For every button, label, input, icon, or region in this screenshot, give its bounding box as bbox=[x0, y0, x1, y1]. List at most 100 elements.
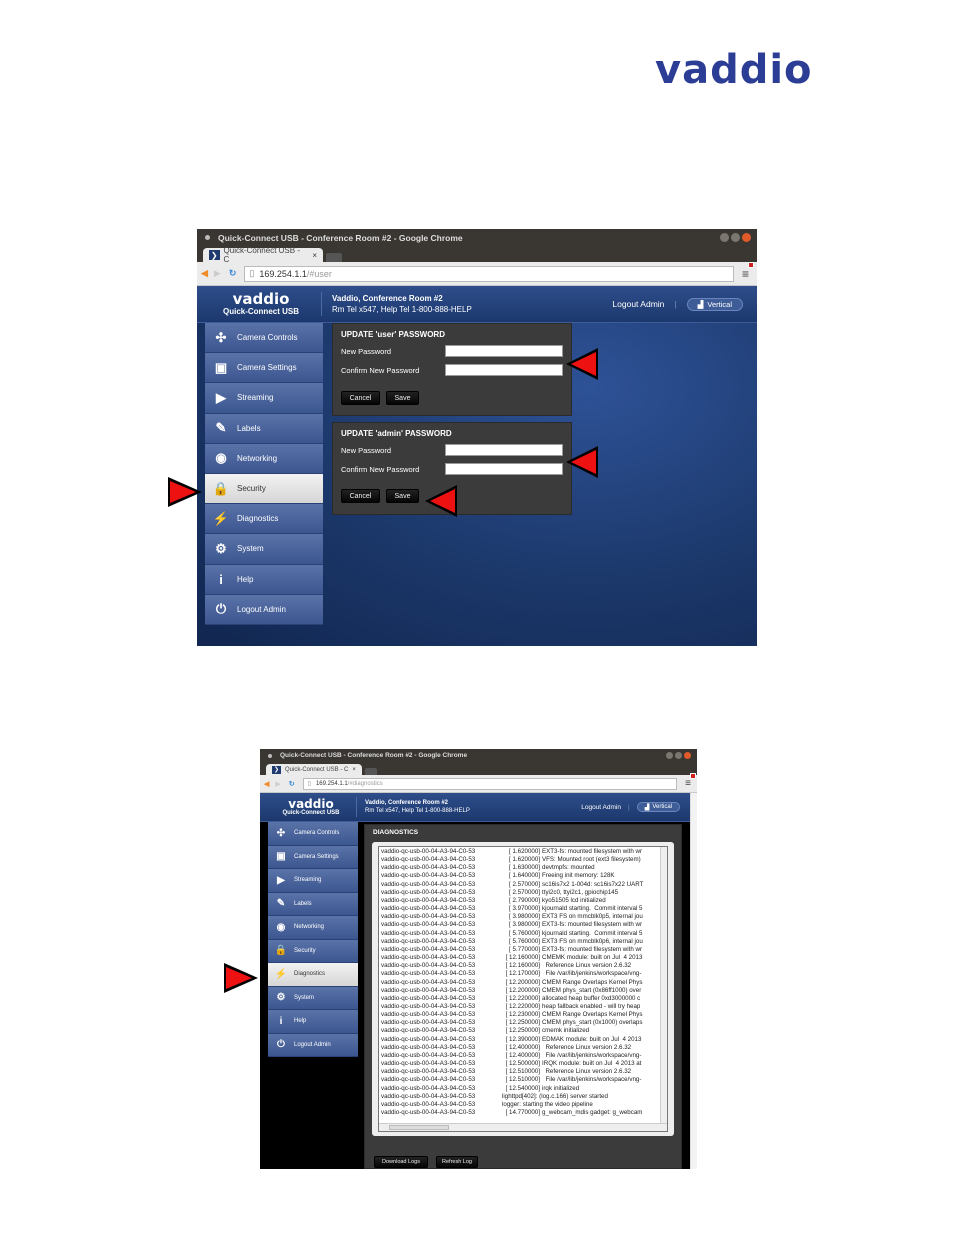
log-timestamp: [ 12.160000] bbox=[505, 954, 540, 962]
log-host: vaddio-qc-usb-00-04-A3-94-C0-53 bbox=[381, 1092, 476, 1100]
sidebar-item-labels[interactable]: ✎ Labels bbox=[268, 892, 358, 916]
vertical-layout-button[interactable]: ▟ Vertical bbox=[636, 802, 680, 812]
camera-settings-icon: ▣ bbox=[214, 359, 228, 375]
window-menu-dot[interactable] bbox=[205, 235, 210, 240]
logout-link[interactable]: Logout Admin bbox=[612, 299, 664, 309]
log-line: vaddio-qc-usb-00-04-A3-94-C0-53 [ 2.79000… bbox=[381, 897, 665, 905]
log-vertical-scrollbar[interactable] bbox=[660, 847, 667, 1123]
log-message: kjournald starting. Commit interval 5 bbox=[542, 905, 643, 913]
window-menu-dot[interactable] bbox=[268, 753, 272, 758]
log-scroll-thumb[interactable] bbox=[389, 1125, 449, 1130]
logout-link[interactable]: Logout Admin bbox=[581, 804, 621, 811]
sidebar-item-logout-admin[interactable]: ⏻ Logout Admin bbox=[268, 1033, 358, 1057]
user-cancel-button[interactable]: Cancel bbox=[341, 391, 380, 405]
log-timestamp: [ 12.510000] bbox=[505, 1068, 540, 1076]
address-bar[interactable]: ▯ 169.254.1.1 /#user bbox=[244, 265, 734, 282]
log-message: heap fallback enabled - will try heap bbox=[542, 1002, 641, 1010]
forward-arrow-icon[interactable]: ▶ bbox=[275, 780, 280, 788]
log-timestamp: [ 12.390000] bbox=[505, 1035, 540, 1043]
vertical-layout-button[interactable]: ▟ Vertical bbox=[686, 297, 743, 311]
sidebar-item-system[interactable]: ⚙ System bbox=[268, 986, 358, 1010]
window-controls bbox=[666, 752, 691, 759]
sidebar-item-label: Diagnostics bbox=[294, 971, 326, 978]
user-save-button[interactable]: Save bbox=[386, 391, 419, 405]
log-host: vaddio-qc-usb-00-04-A3-94-C0-53 bbox=[381, 937, 476, 945]
download-logs-button[interactable]: Download Logs bbox=[374, 1156, 428, 1168]
browser-tab[interactable]: ❯ Quick-Connect USB - C × bbox=[203, 246, 323, 264]
sidebar-item-system[interactable]: ⚙ System bbox=[205, 534, 323, 565]
log-output[interactable]: vaddio-qc-usb-00-04-A3-94-C0-53 [ 1.62000… bbox=[378, 846, 668, 1132]
log-line: vaddio-qc-usb-00-04-A3-94-C0-53 [ 12.2200… bbox=[381, 1003, 665, 1011]
tab-close-icon[interactable]: × bbox=[312, 251, 317, 260]
refresh-log-button[interactable]: Refresh Log bbox=[436, 1156, 478, 1168]
new-tab-button[interactable] bbox=[326, 253, 342, 262]
sidebar-item-labels[interactable]: ✎ Labels bbox=[205, 413, 323, 444]
new-tab-button[interactable] bbox=[365, 768, 377, 775]
log-host: vaddio-qc-usb-00-04-A3-94-C0-53 bbox=[381, 994, 476, 1002]
url-path: /#user bbox=[306, 268, 332, 279]
chrome-menu-icon[interactable]: ≡ bbox=[685, 773, 696, 789]
address-bar[interactable]: ▯ 169.254.1.1 /#diagnostics bbox=[302, 777, 678, 790]
tab-title: Quick-Connect USB - C bbox=[285, 766, 349, 773]
log-line: vaddio-qc-usb-00-04-A3-94-C0-53 [ 3.97000… bbox=[381, 905, 665, 913]
browser-tab[interactable]: ❯ Quick-Connect USB - C × bbox=[266, 764, 362, 775]
tab-close-icon[interactable]: × bbox=[352, 767, 356, 773]
page-scrollbar[interactable] bbox=[690, 793, 697, 1169]
admin-confirm-password-input[interactable] bbox=[445, 463, 563, 475]
lock-icon: 🔒 bbox=[212, 480, 230, 496]
sidebar-item-streaming[interactable]: ▶ Streaming bbox=[268, 869, 358, 893]
admin-new-password-row: New Password bbox=[341, 444, 563, 456]
maximize-button[interactable] bbox=[675, 752, 682, 759]
header-divider bbox=[321, 292, 322, 316]
back-arrow-icon[interactable]: ◀ bbox=[264, 780, 269, 788]
vertical-layout-label: Vertical bbox=[652, 804, 672, 810]
sidebar-item-label: Diagnostics bbox=[237, 514, 279, 524]
log-line: vaddio-qc-usb-00-04-A3-94-C0-53 [ 12.3900… bbox=[381, 1036, 665, 1044]
minimize-button[interactable] bbox=[720, 233, 729, 242]
back-arrow-icon[interactable]: ◀ bbox=[201, 268, 208, 279]
sidebar-item-camera-controls[interactable]: ✣ Camera Controls bbox=[268, 822, 358, 846]
sidebar-item-networking[interactable]: ◉ Networking bbox=[205, 443, 323, 474]
sidebar-item-label: Networking bbox=[237, 453, 278, 463]
close-window-button[interactable] bbox=[742, 233, 751, 242]
user-confirm-password-input[interactable] bbox=[445, 364, 563, 376]
log-line: vaddio-qc-usb-00-04-A3-94-C0-53 [ 12.1700… bbox=[381, 970, 665, 978]
sidebar-item-security[interactable]: 🔒 Security bbox=[205, 473, 323, 505]
chrome-menu-icon[interactable]: ≡ bbox=[742, 261, 754, 281]
log-message: EXT3-fs: mounted filesystem with wr bbox=[542, 945, 643, 953]
sidebar-item-camera-settings[interactable]: ▣ Camera Settings bbox=[205, 353, 323, 384]
sidebar-item-help[interactable]: i Help bbox=[268, 1010, 358, 1034]
log-timestamp: [ 12.220000] bbox=[505, 1002, 540, 1010]
admin-new-password-input[interactable] bbox=[445, 444, 563, 456]
log-message: lighttpd[402]: (log.c.166) server starte… bbox=[502, 1092, 608, 1100]
user-new-password-input[interactable] bbox=[445, 345, 563, 357]
admin-cancel-button[interactable]: Cancel bbox=[341, 489, 380, 503]
reload-icon[interactable]: ↻ bbox=[289, 780, 295, 788]
sidebar-item-label: Help bbox=[294, 1018, 307, 1025]
log-line: vaddio-qc-usb-00-04-A3-94-C0-53 [ 1.64000… bbox=[381, 872, 665, 880]
sidebar-item-camera-settings[interactable]: ▣ Camera Settings bbox=[268, 845, 358, 869]
log-timestamp: [ 12.230000] bbox=[505, 1011, 540, 1019]
sidebar-item-diagnostics[interactable]: ⚡ Diagnostics bbox=[268, 963, 358, 987]
admin-save-button[interactable]: Save bbox=[386, 489, 419, 503]
vaddio-logo-text: vaddio bbox=[655, 47, 813, 93]
log-host: vaddio-qc-usb-00-04-A3-94-C0-53 bbox=[381, 1027, 476, 1035]
forward-arrow-icon[interactable]: ▶ bbox=[214, 268, 221, 279]
sidebar-item-security[interactable]: 🔒 Security bbox=[268, 939, 358, 963]
streaming-icon: ▶ bbox=[277, 874, 285, 886]
close-window-button[interactable] bbox=[684, 752, 691, 759]
sidebar-item-logout-admin[interactable]: ⏻ Logout Admin bbox=[205, 594, 323, 625]
log-horizontal-scrollbar[interactable] bbox=[379, 1123, 667, 1131]
log-lines: vaddio-qc-usb-00-04-A3-94-C0-53 [ 1.62000… bbox=[381, 848, 665, 1117]
sidebar-item-help[interactable]: i Help bbox=[205, 564, 323, 595]
sidebar-item-diagnostics[interactable]: ⚡ Diagnostics bbox=[205, 504, 323, 535]
minimize-button[interactable] bbox=[666, 752, 673, 759]
sidebar-item-streaming[interactable]: ▶ Streaming bbox=[205, 383, 323, 414]
reload-icon[interactable]: ↻ bbox=[229, 268, 237, 279]
maximize-button[interactable] bbox=[731, 233, 740, 242]
sidebar-item-networking[interactable]: ◉ Networking bbox=[268, 916, 358, 940]
log-line: vaddio-qc-usb-00-04-A3-94-C0-53 [ 12.2300… bbox=[381, 1011, 665, 1019]
log-message: CMEM phys_start (0x86ff1000) over bbox=[542, 986, 642, 994]
sidebar-item-camera-controls[interactable]: ✣ Camera Controls bbox=[205, 323, 323, 354]
log-host: vaddio-qc-usb-00-04-A3-94-C0-53 bbox=[381, 954, 476, 962]
